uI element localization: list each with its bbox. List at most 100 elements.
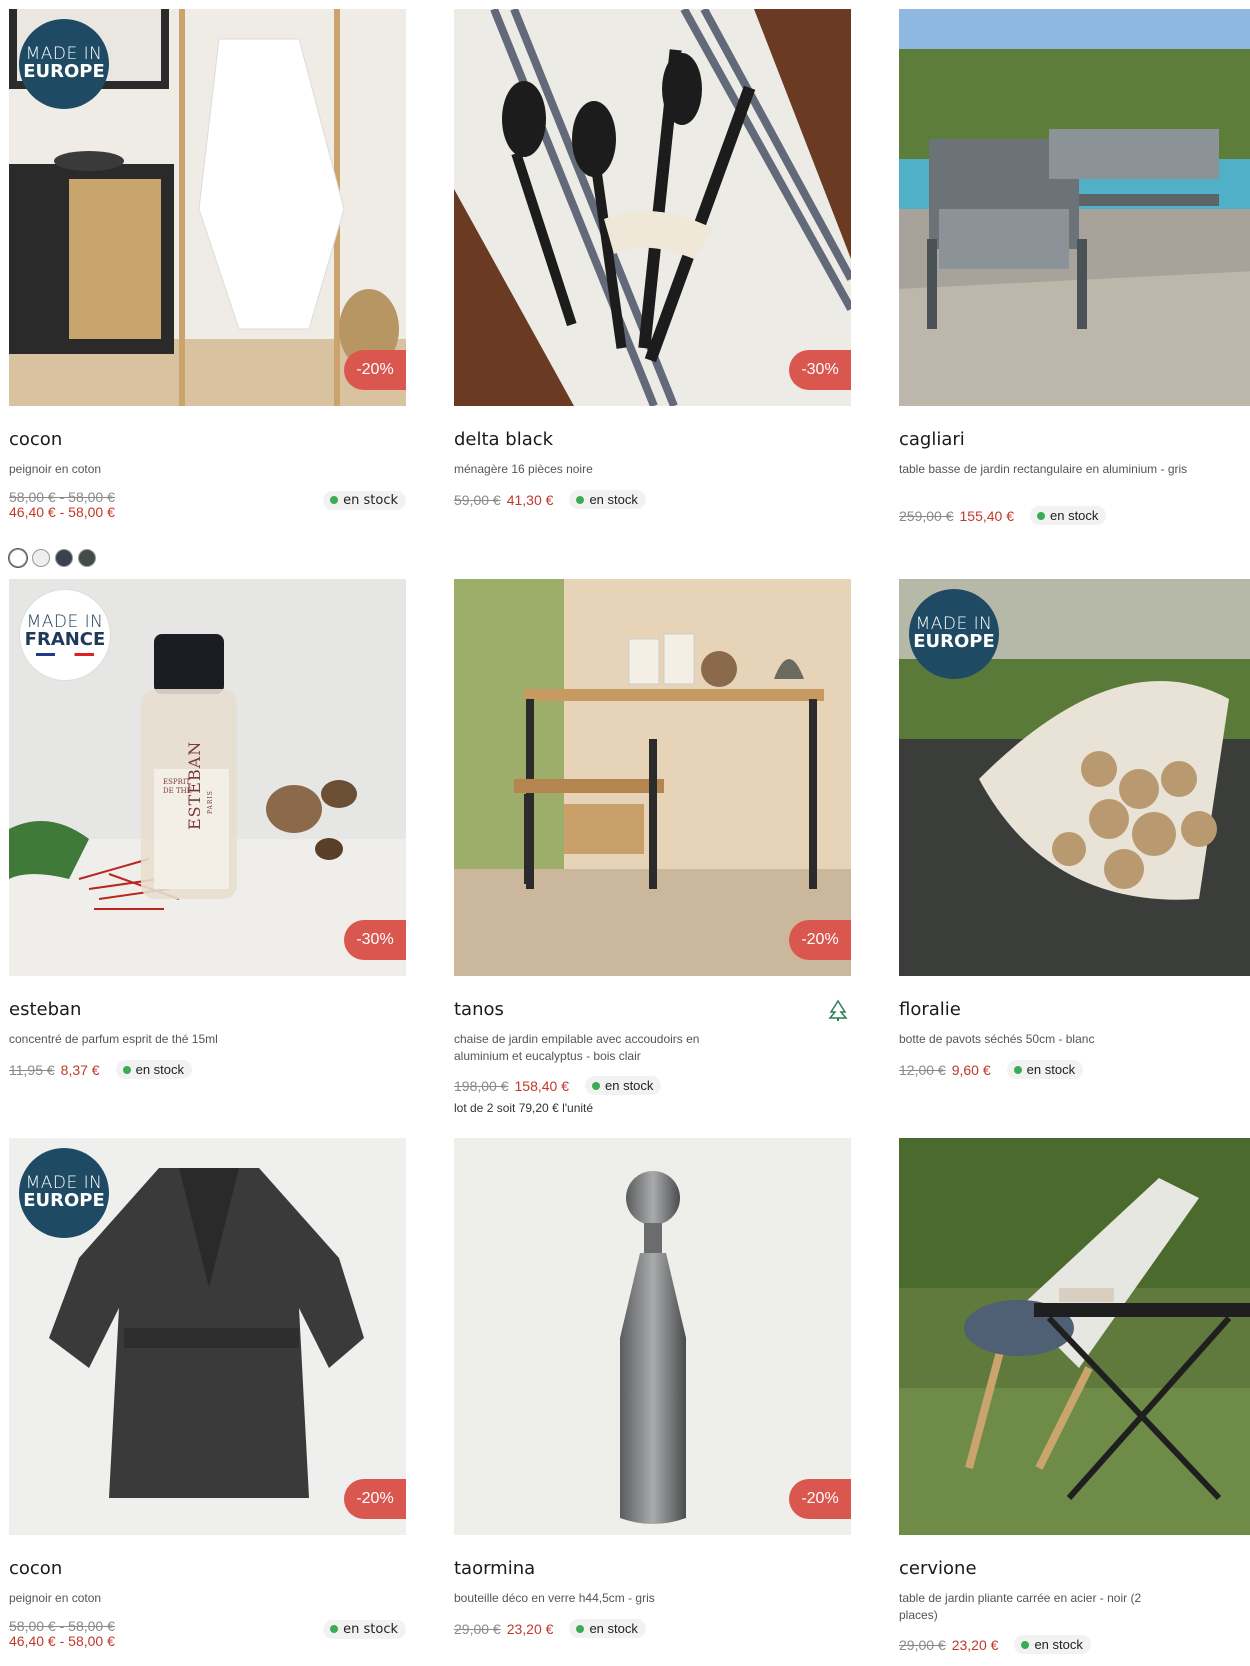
price-row: 12,00 € 9,60 € en stock (899, 1060, 1084, 1079)
discount-badge: -30% (344, 920, 406, 960)
discount-badge: -20% (344, 1479, 406, 1519)
stock-status: en stock (323, 490, 406, 510)
color-swatch-dark-grey[interactable] (78, 549, 96, 567)
color-swatch-light[interactable] (32, 549, 50, 567)
product-image[interactable] (899, 1138, 1250, 1535)
product-image[interactable]: -20% (454, 579, 851, 976)
old-price: 29,00 € (454, 1620, 501, 1637)
product-description: bouteille déco en verre h44,5cm - gris (454, 1591, 655, 1605)
product-card[interactable]: -30% delta black ménagère 16 pièces noir… (454, 9, 851, 509)
stock-dot-icon (122, 1065, 131, 1074)
product-image[interactable]: ESPRIT DE THÉ ESTEBAN PARIS MADE IN FRAN… (9, 579, 406, 976)
product-image[interactable]: MADE IN EUROPE -20% (9, 1138, 406, 1535)
product-card[interactable]: ESPRIT DE THÉ ESTEBAN PARIS MADE IN FRAN… (9, 579, 406, 1079)
product-title[interactable]: cocon (9, 1558, 62, 1579)
stock-status: en stock (1030, 506, 1107, 525)
stock-status: en stock (569, 490, 646, 509)
new-price: 8,37 € (60, 1061, 100, 1078)
stock-status: en stock (323, 1619, 406, 1639)
stock-dot-icon (1037, 511, 1045, 520)
product-title[interactable]: delta black (454, 429, 553, 450)
stock-status: en stock (115, 1060, 193, 1079)
product-title[interactable]: esteban (9, 999, 81, 1020)
product-image[interactable]: MADE IN EUROPE (899, 579, 1250, 976)
stock-status: en stock (1014, 1635, 1091, 1654)
color-swatch-navy[interactable] (55, 549, 73, 567)
color-swatch-white[interactable] (9, 549, 27, 567)
product-title[interactable]: taormina (454, 1558, 535, 1579)
price-row: 11,95 € 8,37 € en stock (9, 1060, 193, 1079)
product-description: concentré de parfum esprit de thé 15ml (9, 1032, 218, 1046)
stock-dot-icon (1013, 1065, 1022, 1074)
new-price: 23,20 € (951, 1636, 999, 1653)
stock-dot-icon (1021, 1640, 1030, 1649)
new-price: 9,60 € (951, 1061, 991, 1078)
old-price: 58,00 € - 58,00 € (9, 1618, 115, 1634)
stock-dot-icon (592, 1081, 600, 1090)
discount-badge: -20% (789, 920, 851, 960)
product-image[interactable]: MADE IN EUROPE -20% (9, 9, 406, 406)
bottle-label: ESPRIT DE THÉ ESTEBAN PARIS (163, 740, 214, 830)
product-image[interactable]: -20% (454, 1138, 851, 1535)
old-price: 198,00 € (454, 1077, 509, 1094)
product-description: table basse de jardin rectangulaire en a… (899, 462, 1188, 476)
color-swatches (9, 549, 96, 567)
old-price: 59,00 € (454, 491, 501, 508)
discount-badge: -20% (344, 350, 406, 390)
product-description: ménagère 16 pièces noire (454, 462, 593, 476)
stock-status: en stock (585, 1076, 662, 1095)
made-in-europe-badge: MADE IN EUROPE (19, 1148, 109, 1238)
price-row: 59,00 € 41,30 € en stock (454, 490, 646, 509)
product-card[interactable]: -20% tanos chaise de jardin empilable av… (454, 579, 851, 1115)
new-price: 41,30 € (506, 491, 554, 508)
product-card[interactable]: MADE IN EUROPE floralie botte de pavots … (899, 579, 1250, 1079)
stock-status: en stock (1006, 1060, 1084, 1079)
unit-price-note: lot de 2 soit 79,20 € l'unité (454, 1101, 594, 1115)
price-block: 58,00 € - 58,00 € 46,40 € - 58,00 € (9, 1619, 115, 1649)
made-in-europe-badge: MADE IN EUROPE (19, 19, 109, 109)
new-price: 46,40 € - 58,00 € (9, 504, 115, 520)
old-price: 11,95 € (9, 1061, 55, 1078)
product-card[interactable]: -20% taormina bouteille déco en verre h4… (454, 1138, 851, 1638)
product-title[interactable]: floralie (899, 999, 961, 1020)
stock-status: en stock (569, 1619, 646, 1638)
stock-dot-icon (576, 1624, 585, 1633)
new-price: 155,40 € (959, 507, 1015, 524)
product-image[interactable]: -30% (454, 9, 851, 406)
made-in-france-badge: MADE IN FRANCE (19, 589, 111, 681)
price-row: 29,00 € 23,20 € en stock (454, 1619, 646, 1638)
product-title[interactable]: cocon (9, 429, 62, 450)
product-description: botte de pavots séchés 50cm - blanc (899, 1032, 1095, 1046)
fsc-tree-icon (828, 999, 848, 1021)
stock-dot-icon (576, 495, 585, 504)
made-in-europe-badge: MADE IN EUROPE (909, 589, 999, 679)
discount-badge: -20% (789, 1479, 851, 1519)
new-price: 158,40 € (514, 1077, 570, 1094)
discount-badge: -30% (789, 350, 851, 390)
old-price: 29,00 € (899, 1636, 946, 1653)
product-description: peignoir en coton (9, 462, 102, 476)
old-price: 12,00 € (899, 1061, 946, 1078)
product-description: peignoir en coton (9, 1591, 102, 1605)
product-title[interactable]: tanos (454, 999, 504, 1020)
product-description: chaise de jardin empilable avec accoudoi… (454, 1032, 700, 1063)
french-flag-stripe (36, 653, 94, 657)
product-title[interactable]: cagliari (899, 429, 965, 450)
product-card[interactable]: cagliari table basse de jardin rectangul… (899, 9, 1250, 525)
price-row: 29,00 € 23,20 € en stock (899, 1635, 1091, 1654)
product-card[interactable]: MADE IN EUROPE -20% cocon peignoir en co… (9, 9, 406, 567)
stock-dot-icon (330, 496, 339, 504)
old-price: 259,00 € (899, 507, 954, 524)
price-block: 58,00 € - 58,00 € 46,40 € - 58,00 € (9, 490, 115, 520)
price-row: 198,00 € 158,40 € en stock (454, 1076, 662, 1095)
product-card[interactable]: MADE IN EUROPE -20% cocon peignoir en co… (9, 1138, 406, 1649)
product-description: table de jardin pliante carrée en acier … (899, 1591, 1142, 1622)
stock-dot-icon (330, 1625, 339, 1633)
product-title[interactable]: cervione (899, 1558, 977, 1579)
product-card[interactable]: cervione table de jardin pliante carrée … (899, 1138, 1250, 1654)
new-price: 23,20 € (506, 1620, 554, 1637)
price-row: 259,00 € 155,40 € en stock (899, 506, 1107, 525)
product-image[interactable] (899, 9, 1250, 406)
new-price: 46,40 € - 58,00 € (9, 1633, 115, 1649)
old-price: 58,00 € - 58,00 € (9, 489, 115, 505)
